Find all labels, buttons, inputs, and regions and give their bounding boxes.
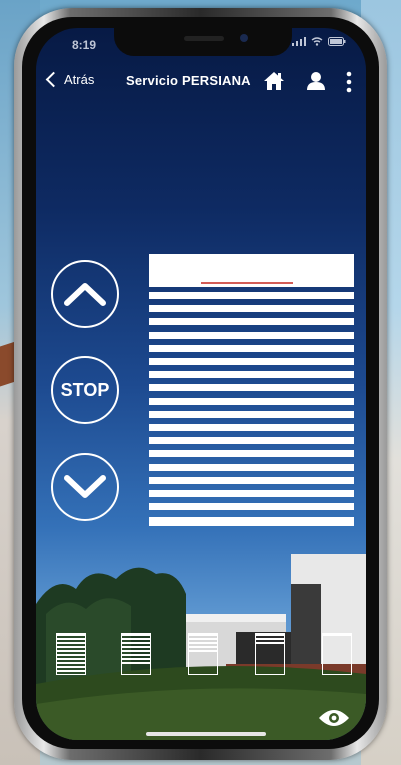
blind-bottom-rail	[149, 517, 354, 526]
preset-75[interactable]	[121, 633, 151, 675]
down-button[interactable]	[51, 453, 119, 521]
blind-slat	[149, 344, 354, 352]
blind-slat	[149, 424, 354, 431]
notch	[114, 28, 292, 56]
preset-fill	[189, 634, 217, 654]
preset-bar	[54, 633, 354, 679]
preset-fill	[122, 634, 150, 664]
preset-25[interactable]	[255, 633, 285, 675]
blind-slat	[149, 490, 354, 497]
preset-closed[interactable]	[56, 633, 86, 675]
home-indicator[interactable]	[146, 732, 266, 736]
blind-slat	[149, 410, 354, 418]
speaker	[184, 36, 224, 41]
more-vertical-icon[interactable]	[346, 71, 352, 93]
stop-label: STOP	[60, 379, 110, 400]
eye-icon[interactable]	[318, 708, 350, 728]
app-screen: 8:19 Atrás Servicio PERSIANA STOP	[36, 28, 366, 740]
blind-slat	[149, 292, 354, 299]
blind-slat	[149, 476, 354, 484]
chevron-left-icon	[45, 71, 62, 88]
blind-slat	[149, 371, 354, 379]
blind-slat	[149, 305, 354, 313]
chevron-down-icon	[64, 475, 106, 498]
chevron-up-icon	[64, 283, 106, 306]
preset-fill	[256, 634, 284, 644]
blind-brand-line	[201, 282, 293, 284]
preset-fill	[57, 634, 85, 674]
stop-button[interactable]: STOP	[51, 356, 119, 424]
back-button[interactable]: Atrás	[45, 71, 95, 88]
blind-slat	[149, 450, 354, 458]
up-button[interactable]	[51, 260, 119, 328]
blind-slat	[149, 358, 354, 365]
blind-slat	[149, 437, 354, 445]
wifi-icon	[311, 37, 323, 46]
blind-head	[149, 254, 354, 287]
home-icon[interactable]	[263, 71, 285, 91]
preset-fill	[323, 634, 351, 638]
preset-open[interactable]	[322, 633, 352, 675]
back-label: Atrás	[64, 72, 95, 87]
preset-50[interactable]	[188, 633, 218, 675]
page-title: Servicio PERSIANA	[126, 73, 251, 88]
blind-visual	[149, 254, 354, 526]
front-camera	[240, 34, 248, 42]
blind-slat	[149, 463, 354, 471]
status-time: 8:19	[72, 38, 97, 52]
blind-slat	[149, 331, 354, 339]
signal-icon	[292, 37, 307, 46]
top-bar: Atrás Servicio PERSIANA	[36, 68, 366, 98]
blind-slat	[149, 384, 354, 392]
blind-slat	[149, 397, 354, 405]
user-icon[interactable]	[306, 71, 326, 91]
blind-slat	[149, 503, 354, 511]
status-icons	[292, 37, 346, 49]
battery-icon	[328, 37, 346, 46]
house-photo	[36, 554, 366, 740]
blind-slat	[149, 318, 354, 326]
